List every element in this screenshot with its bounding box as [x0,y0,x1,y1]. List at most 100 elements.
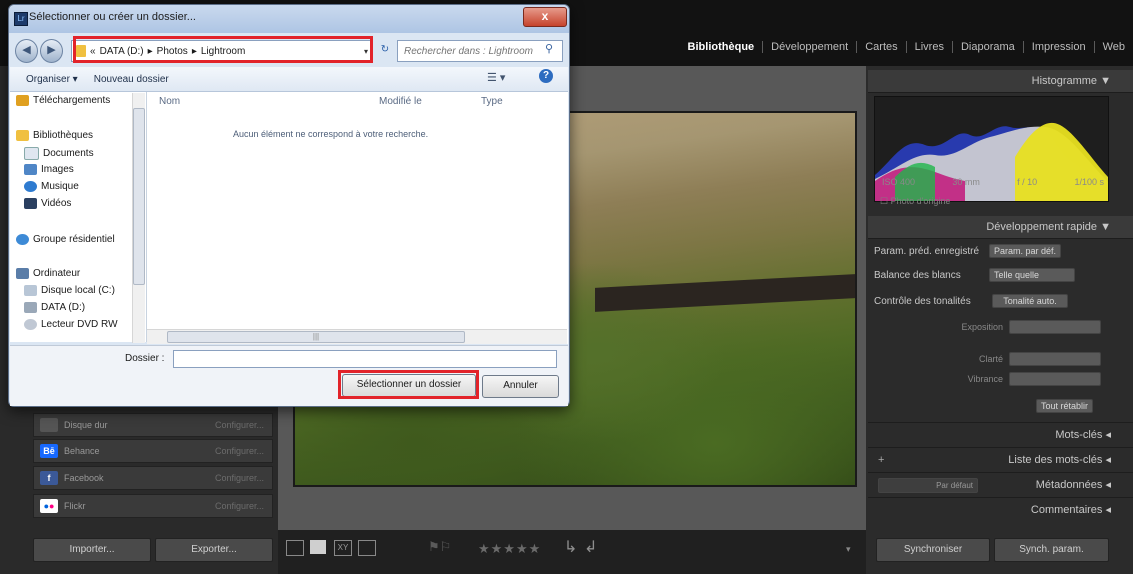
sync-button[interactable]: Synchroniser [876,538,990,562]
service-configure[interactable]: Configurer... [215,446,264,456]
search-input[interactable] [398,41,541,61]
homegroup-icon [16,234,29,245]
folder-input[interactable] [173,350,557,368]
survey-view-icon[interactable] [358,540,376,556]
nav-music[interactable]: Musique [24,181,79,192]
service-configure[interactable]: Configurer... [215,420,264,430]
quick-develop-header[interactable]: Développement rapide ▼ [868,216,1133,239]
loupe-view-icon[interactable] [310,540,326,554]
folder-dialog: Lr Sélectionner ou créer un dossier... x… [8,4,570,407]
nav-documents[interactable]: Documents [24,147,94,160]
vibrance-buttons[interactable] [1009,372,1101,386]
module-print[interactable]: Impression [1022,41,1094,53]
module-develop[interactable]: Développement [762,41,856,53]
nav-label: Disque local (C:) [41,285,115,296]
flag-icon[interactable]: ⚑⚐ [428,539,451,555]
nav-libraries[interactable]: Bibliothèques [16,130,93,141]
cancel-button[interactable]: Annuler [482,375,559,398]
metadata-title: Métadonnées [1035,479,1103,491]
service-facebook[interactable]: f Facebook Configurer... [33,466,273,490]
comments-header[interactable]: Commentaires ◂ [868,497,1133,521]
rating-stars[interactable]: ★★★★★ [478,541,541,557]
nav-computer[interactable]: Ordinateur [16,268,80,279]
close-button[interactable]: x [523,7,567,27]
service-hard-disk[interactable]: Disque dur Configurer... [33,413,273,437]
vibrance-label: Vibrance [967,374,1003,384]
column-name[interactable]: Nom [159,96,180,107]
nav-scrollbar-thumb[interactable] [133,108,145,285]
column-type[interactable]: Type [481,96,503,107]
keywords-header[interactable]: Mots-clés ◂ [868,422,1133,446]
forward-arrow-icon[interactable]: ▶ [40,39,63,63]
exif-focal: 30 mm [952,177,980,187]
exif-aperture: f / 10 [1017,177,1038,187]
original-photo-toggle[interactable]: ☐ Photo d'origine [880,196,950,207]
histogram-exif: ISO 400 30 mm f / 10 1/100 s [882,177,1104,187]
nav-dvd[interactable]: Lecteur DVD RW [24,319,118,330]
service-name: Disque dur [64,420,108,430]
original-photo-label: Photo d'origine [890,196,951,206]
auto-tone-button[interactable]: Tonalité auto. [992,294,1068,308]
nav-downloads[interactable]: Téléchargements [16,95,110,106]
column-modified[interactable]: Modifié le [379,96,422,107]
compare-view-icon[interactable]: XY [334,540,352,556]
behance-icon: Bē [40,444,58,458]
facebook-icon: f [40,471,58,485]
keyword-list-header[interactable]: + Liste des mots-clés ◂ [868,447,1133,471]
nav-label: Musique [41,181,79,192]
toolbar-bottom: XY ⚑⚐ ↳ ↲ ▾ [278,530,866,574]
exposure-buttons[interactable] [1009,320,1101,334]
horizontal-scrollbar-thumb[interactable]: ||| [167,331,465,343]
import-button[interactable]: Importer... [33,538,151,562]
help-icon[interactable]: ? [539,69,553,83]
dialog-title: Sélectionner ou créer un dossier... [29,11,196,23]
module-book[interactable]: Livres [905,41,952,53]
module-web[interactable]: Web [1093,41,1133,53]
new-folder-button[interactable]: Nouveau dossier [94,74,169,85]
preset-label: Param. préd. enregistré [874,245,980,257]
service-configure[interactable]: Configurer... [215,473,264,483]
service-configure[interactable]: Configurer... [215,501,264,511]
navigation-pane: Téléchargements Bibliothèques Documents … [10,92,147,342]
nav-homegroup[interactable]: Groupe résidentiel [16,234,115,245]
preset-select[interactable]: Param. par déf. [989,244,1062,258]
dialog-toolbar: Organiser ▾ Nouveau dossier [10,67,568,92]
nav-local-disk[interactable]: Disque local (C:) [24,285,115,296]
module-slideshow[interactable]: Diaporama [951,41,1023,53]
computer-icon [16,268,29,279]
nav-images[interactable]: Images [24,164,74,175]
metadata-header[interactable]: Par défaut Métadonnées ◂ [868,472,1133,496]
nav-data-drive[interactable]: DATA (D:) [24,302,85,313]
toolbar-menu-icon[interactable]: ▾ [846,544,851,555]
nav-label: Bibliothèques [33,130,94,141]
sync-settings-button[interactable]: Synch. param. [994,538,1109,562]
exif-iso: ISO 400 [882,177,916,187]
views-icon[interactable]: ☰ ▾ [487,71,505,84]
add-keyword-icon[interactable]: + [878,448,884,472]
reset-all-button[interactable]: Tout rétablir [1035,399,1093,413]
rotate-left-icon[interactable]: ↳ [564,537,577,557]
clarity-buttons[interactable] [1009,352,1101,366]
service-name: Facebook [64,473,104,483]
select-button-highlight [338,370,479,399]
module-library[interactable]: Bibliothèque [680,41,763,53]
tone-row: Contrôle des tonalités Tonalité auto. [874,292,1107,310]
back-arrow-icon[interactable]: ◀ [15,39,38,63]
refresh-icon[interactable]: ↻ [376,41,394,59]
search-icon[interactable]: ⚲ [545,42,553,55]
rotate-right-icon[interactable]: ↲ [584,537,597,557]
service-behance[interactable]: Bē Behance Configurer... [33,439,273,463]
histogram-header[interactable]: Histogramme ▼ [868,70,1133,93]
nav-videos[interactable]: Vidéos [24,198,71,209]
organize-menu[interactable]: Organiser ▾ [26,74,78,85]
quick-develop-title: Développement rapide [986,221,1098,233]
photo-bridge [595,274,855,312]
metadata-preset-select[interactable]: Par défaut [878,478,978,493]
hard-disk-icon [40,418,58,432]
service-name: Flickr [64,501,86,511]
export-button[interactable]: Exporter... [155,538,273,562]
grid-view-icon[interactable] [286,540,304,556]
service-flickr[interactable]: ● ● Flickr Configurer... [33,494,273,518]
wb-select[interactable]: Telle quelle [989,268,1075,282]
module-map[interactable]: Cartes [856,41,905,53]
